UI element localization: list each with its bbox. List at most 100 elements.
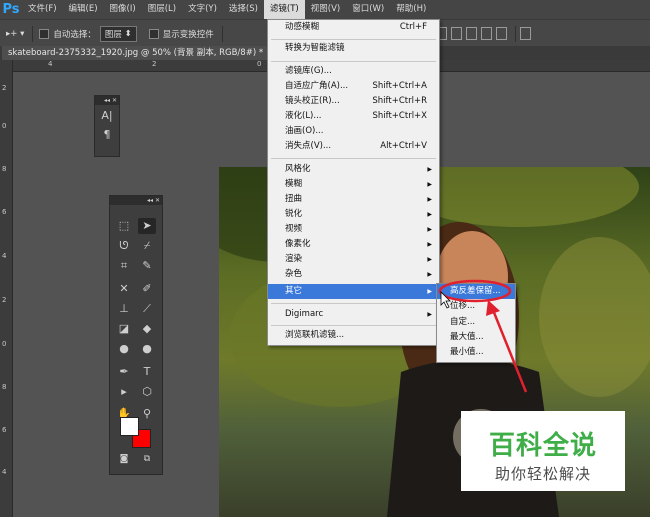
- menu-item-label: 浏览联机滤镜...: [285, 330, 345, 340]
- menu-item-sharpen[interactable]: 锐化 ▶: [268, 207, 439, 222]
- type-tool-icon[interactable]: T: [138, 364, 156, 380]
- menu-item-label: 滤镜库(G)...: [285, 66, 332, 76]
- menu-item-label: 扭曲: [285, 194, 303, 204]
- path-select-tool-icon[interactable]: ▸: [115, 384, 133, 400]
- move-tool-icon[interactable]: ➤: [138, 218, 156, 234]
- menu-item-digimarc[interactable]: Digimarc ▶: [268, 307, 439, 322]
- document-tab[interactable]: skateboard-2375332_1920.jpg @ 50% (背景 副本…: [2, 46, 279, 60]
- menu-item-oil-paint[interactable]: 油画(O)...: [268, 124, 439, 139]
- crop-tool-icon[interactable]: ⌗: [115, 258, 133, 274]
- menu-layer[interactable]: 图层(L): [142, 0, 182, 19]
- paragraph-icon[interactable]: ¶: [95, 128, 119, 141]
- shortcut-label: Shift+Ctrl+X: [372, 111, 427, 121]
- lasso-tool-icon[interactable]: ᘎ: [115, 238, 133, 254]
- menu-item-label: 自适应广角(A)...: [285, 81, 349, 91]
- pen-tool-icon[interactable]: ✒: [115, 364, 133, 380]
- menu-item-label: 模糊: [285, 179, 303, 189]
- menu-type[interactable]: 文字(Y): [182, 0, 223, 19]
- menu-item-distort[interactable]: 扭曲 ▶: [268, 192, 439, 207]
- menu-item-pixelate[interactable]: 像素化 ▶: [268, 237, 439, 252]
- menu-item-custom[interactable]: 自定...: [437, 315, 515, 330]
- foreground-color-swatch[interactable]: [120, 417, 139, 436]
- filter-menu: 动感模糊 Ctrl+F 转换为智能滤镜 滤镜库(G)... 自适应广角(A)...…: [267, 19, 440, 346]
- divider: [514, 25, 516, 42]
- brush-tool-icon[interactable]: ✐: [138, 281, 156, 297]
- eyedropper-tool-icon[interactable]: ✎: [138, 258, 156, 274]
- watermark-logo: 百科全说 助你轻松解决: [461, 411, 625, 491]
- menu-item-label: 风格化: [285, 164, 311, 174]
- submenu-arrow-icon: ▶: [427, 271, 432, 278]
- distribute-icon[interactable]: [480, 27, 492, 40]
- watermark-subtitle: 助你轻松解决: [494, 465, 591, 483]
- menu-item-render[interactable]: 渲染 ▶: [268, 252, 439, 267]
- menu-view[interactable]: 视图(V): [305, 0, 346, 19]
- auto-select-checkbox[interactable]: 自动选择：: [39, 28, 96, 40]
- menu-edit[interactable]: 编辑(E): [63, 0, 104, 19]
- menu-item-offset[interactable]: 位移...: [437, 299, 515, 314]
- eraser-tool-icon[interactable]: ◪: [115, 321, 133, 337]
- auto-select-dropdown[interactable]: 图层 ⬍: [99, 25, 137, 42]
- clone-stamp-tool-icon[interactable]: ⊥: [115, 301, 133, 317]
- screen-mode-icon[interactable]: ⧉: [138, 451, 156, 467]
- show-transform-label: 显示变换控件: [162, 29, 214, 40]
- distribute-icon[interactable]: [495, 27, 507, 40]
- shortcut-label: Alt+Ctrl+V: [380, 141, 427, 151]
- menu-item-blur[interactable]: 模糊 ▶: [268, 177, 439, 192]
- marquee-tool-icon[interactable]: ⬚: [115, 218, 133, 234]
- menu-item-maximum[interactable]: 最大值...: [437, 330, 515, 345]
- shortcut-label: Ctrl+F: [399, 22, 427, 32]
- healing-brush-tool-icon[interactable]: ✕: [115, 281, 133, 297]
- menu-item-last-filter[interactable]: 动感模糊 Ctrl+F: [268, 20, 439, 35]
- distribute-icon[interactable]: [519, 27, 531, 40]
- quick-mask-icon[interactable]: ◙: [115, 451, 133, 467]
- panel-header[interactable]: ◂◂ ✕: [95, 96, 119, 105]
- menu-item-adaptive-wide-angle[interactable]: 自适应广角(A)... Shift+Ctrl+A: [268, 79, 439, 94]
- menu-item-minimum[interactable]: 最小值...: [437, 345, 515, 360]
- submenu-arrow-icon: ▶: [427, 256, 432, 263]
- menu-separator: [271, 61, 436, 62]
- menu-select[interactable]: 选择(S): [223, 0, 264, 19]
- menu-item-vanishing-point[interactable]: 消失点(V)... Alt+Ctrl+V: [268, 139, 439, 154]
- ruler-tick: 4: [2, 252, 7, 260]
- menu-item-browse-online-filters[interactable]: 浏览联机滤镜...: [268, 328, 439, 343]
- zoom-tool-icon[interactable]: ⚲: [138, 406, 156, 422]
- submenu-arrow-icon: ▶: [427, 226, 432, 233]
- menu-item-noise[interactable]: 杂色 ▶: [268, 267, 439, 282]
- menu-filter[interactable]: 滤镜(T): [263, 0, 305, 19]
- distribute-icon[interactable]: [465, 27, 477, 40]
- menu-item-label: 油画(O)...: [285, 126, 324, 136]
- menu-item-label: 最小值...: [450, 347, 484, 357]
- menu-file[interactable]: 文件(F): [22, 0, 63, 19]
- dodge-tool-icon[interactable]: ●: [138, 341, 156, 357]
- menu-image[interactable]: 图像(I): [104, 0, 142, 19]
- auto-select-value: 图层: [104, 29, 122, 40]
- ruler-tick: 4: [2, 468, 7, 476]
- vertical-ruler[interactable]: 2 0 8 6 4 2 0 8 6 4: [0, 60, 13, 517]
- menu-item-convert-smart-filter[interactable]: 转换为智能滤镜: [268, 41, 439, 56]
- align-icon[interactable]: [450, 27, 462, 40]
- menu-item-high-pass[interactable]: 高反差保留...: [437, 284, 515, 299]
- menu-item-label: 自定...: [450, 317, 476, 327]
- menu-item-lens-correction[interactable]: 镜头校正(R)... Shift+Ctrl+R: [268, 94, 439, 109]
- menu-item-other[interactable]: 其它 ▶: [268, 284, 439, 299]
- shape-tool-icon[interactable]: ⬡: [138, 384, 156, 400]
- menu-item-liquify[interactable]: 液化(L)... Shift+Ctrl+X: [268, 109, 439, 124]
- menu-item-label: Digimarc: [285, 309, 324, 319]
- blur-tool-icon[interactable]: ●: [115, 341, 133, 357]
- ruler-tick: 8: [2, 383, 7, 391]
- move-tool-preset-icon[interactable]: ▸+ ▾: [6, 29, 24, 39]
- menu-item-filter-gallery[interactable]: 滤镜库(G)...: [268, 64, 439, 79]
- menu-item-stylize[interactable]: 风格化 ▶: [268, 162, 439, 177]
- character-icon[interactable]: A|: [95, 109, 119, 122]
- history-brush-tool-icon[interactable]: ⟋: [138, 301, 156, 317]
- menu-window[interactable]: 窗口(W): [346, 0, 390, 19]
- menu-item-video[interactable]: 视频 ▶: [268, 222, 439, 237]
- menu-item-label: 转换为智能滤镜: [285, 43, 345, 53]
- quick-select-tool-icon[interactable]: ⌿: [138, 238, 156, 254]
- panel-header[interactable]: ◂◂ ✕: [110, 196, 162, 205]
- show-transform-checkbox[interactable]: 显示变换控件: [148, 28, 214, 40]
- shortcut-label: Shift+Ctrl+A: [372, 81, 427, 91]
- ruler-tick: 8: [2, 165, 7, 173]
- paint-bucket-tool-icon[interactable]: ◆: [138, 321, 156, 337]
- menu-help[interactable]: 帮助(H): [390, 0, 432, 19]
